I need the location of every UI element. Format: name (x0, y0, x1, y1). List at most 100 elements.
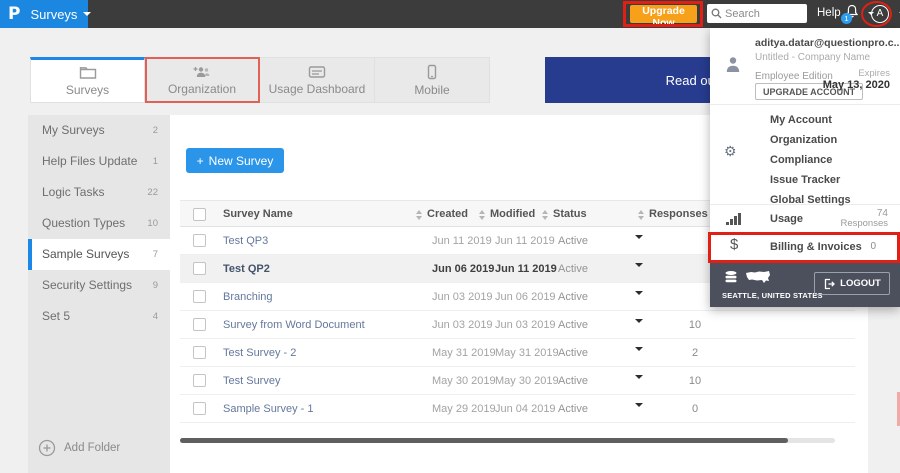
app-switcher-menu[interactable]: P Surveys (0, 0, 92, 28)
survey-name-link[interactable]: Sample Survey - 1 (223, 403, 313, 415)
product-tabs: Surveys Organization Usage Dashboard Mob… (30, 57, 545, 103)
sort-icon (542, 209, 548, 220)
account-email: aditya.datar@questionpro.c... (755, 37, 900, 49)
server-icon (725, 271, 737, 283)
usage-value: 74 Responses (840, 208, 888, 229)
tab-usage-dashboard[interactable]: Usage Dashboard (260, 57, 375, 103)
column-header-responses[interactable]: Responses (638, 201, 708, 228)
scrollbar-thumb[interactable] (180, 438, 788, 443)
questionpro-logo-icon: P (8, 4, 21, 24)
column-header-status[interactable]: Status (542, 201, 587, 228)
account-summary: aditya.datar@questionpro.c... Untitled -… (710, 28, 900, 105)
account-dropdown-footer: SEATTLE, UNITED STATES LOGOUT (710, 262, 900, 307)
tab-organization[interactable]: Organization (145, 57, 260, 103)
tab-label: Mobile (414, 82, 450, 97)
survey-name-link[interactable]: Test Survey - 2 (223, 347, 296, 359)
license-expiry: Expires May 13, 2020 (823, 68, 890, 91)
search-box (707, 4, 807, 23)
chevron-down-icon (635, 403, 643, 419)
status-dropdown[interactable] (635, 319, 643, 335)
new-survey-button[interactable]: + New Survey (186, 148, 284, 173)
logout-button[interactable]: LOGOUT (814, 272, 890, 295)
sidebar-item-my-surveys[interactable]: My Surveys 2 (28, 115, 170, 146)
account-avatar[interactable]: A (871, 5, 889, 23)
sidebar-item-logic-tasks[interactable]: Logic Tasks 22 (28, 177, 170, 208)
status-value: Active (558, 263, 588, 275)
folder-count: 9 (152, 280, 158, 291)
add-folder-button[interactable]: Add Folder (28, 433, 170, 463)
dashboard-icon (308, 65, 326, 78)
modified-date: Jun 11 2019 (495, 235, 555, 247)
row-checkbox[interactable] (193, 374, 206, 387)
responses-count: 2 (691, 347, 699, 359)
modified-date: May 30 2019 (495, 375, 559, 387)
menu-item-compliance[interactable]: Compliance (770, 150, 832, 170)
notifications-button[interactable]: 1 (841, 4, 861, 24)
survey-name-link[interactable]: Survey from Word Document (223, 319, 365, 331)
status-dropdown[interactable] (635, 291, 643, 307)
chevron-down-icon (635, 347, 643, 363)
survey-name-link[interactable]: Branching (223, 291, 273, 303)
menu-item-issue-tracker[interactable]: Issue Tracker (770, 170, 840, 190)
sidebar-item-question-types[interactable]: Question Types 10 (28, 208, 170, 239)
column-header-modified[interactable]: Modified (479, 201, 535, 228)
survey-name-link[interactable]: Test QP2 (223, 263, 270, 275)
search-input[interactable] (725, 7, 805, 20)
responses-count (675, 283, 715, 311)
menu-item-organization[interactable]: Organization (770, 130, 837, 150)
upgrade-now-button[interactable]: Upgrade Now (630, 5, 697, 29)
help-link[interactable]: Help (817, 7, 841, 19)
account-company: Untitled - Company Name (755, 52, 871, 63)
add-people-icon (193, 66, 210, 77)
sidebar-item-sample-surveys[interactable]: Sample Surveys 7 (28, 239, 170, 270)
row-checkbox[interactable] (193, 234, 206, 247)
menu-item-my-account[interactable]: My Account (770, 110, 832, 130)
modified-date: Jun 06 2019 (495, 291, 556, 303)
menu-item-usage[interactable]: Usage 74 Responses (710, 205, 900, 233)
survey-name-link[interactable]: Test Survey (223, 375, 280, 387)
folder-count: 2 (152, 125, 158, 136)
select-all-checkbox[interactable] (193, 208, 206, 221)
status-dropdown[interactable] (635, 263, 643, 279)
account-menu-list: ⚙ My Account Organization Compliance Iss… (710, 105, 900, 206)
status-dropdown[interactable] (635, 403, 643, 419)
sidebar-item-set-5[interactable]: Set 54 (28, 301, 170, 332)
mobile-phone-icon (427, 64, 437, 79)
row-checkbox[interactable] (193, 318, 206, 331)
sidebar-item-help-files-update[interactable]: Help Files Update 1 (28, 146, 170, 177)
expires-label: Expires (858, 68, 890, 79)
modified-date: Jun 04 2019 (495, 403, 556, 415)
tab-surveys[interactable]: Surveys (30, 57, 145, 103)
sidebar-item-security-settings[interactable]: Security Settings 9 (28, 270, 170, 301)
responses-count: 10 (688, 319, 702, 331)
add-folder-label: Add Folder (64, 442, 121, 454)
top-bar: P Surveys Upgrade Now Help 1 A (0, 0, 900, 29)
created-date: Jun 06 2019 (432, 263, 495, 275)
folder-count: 4 (152, 311, 158, 322)
row-checkbox[interactable] (193, 346, 206, 359)
status-value: Active (558, 347, 588, 359)
status-dropdown[interactable] (635, 235, 643, 251)
status-value: Active (558, 291, 588, 303)
horizontal-scrollbar[interactable] (180, 438, 835, 443)
row-checkbox[interactable] (193, 290, 206, 303)
sort-icon (638, 209, 644, 220)
created-date: Jun 11 2019 (432, 235, 492, 247)
chevron-down-icon (635, 375, 643, 391)
menu-item-billing-invoices[interactable]: $ Billing & Invoices 0 (710, 233, 900, 261)
row-checkbox[interactable] (193, 402, 206, 415)
table-row: Test Survey - 2 May 31 2019 May 31 2019 … (180, 339, 855, 367)
chevron-down-icon (635, 235, 643, 251)
column-header-created[interactable]: Created (416, 201, 468, 228)
responses-count (675, 227, 715, 255)
created-date: Jun 03 2019 (432, 291, 493, 303)
search-icon (711, 8, 722, 19)
tab-mobile[interactable]: Mobile (375, 57, 490, 103)
responses-count: 0 (691, 403, 699, 415)
status-dropdown[interactable] (635, 347, 643, 363)
status-dropdown[interactable] (635, 375, 643, 391)
row-checkbox[interactable] (193, 262, 206, 275)
survey-name-link[interactable]: Test QP3 (223, 235, 268, 247)
folder-count: 1 (152, 156, 158, 167)
account-dropdown: aditya.datar@questionpro.c... Untitled -… (710, 28, 900, 307)
